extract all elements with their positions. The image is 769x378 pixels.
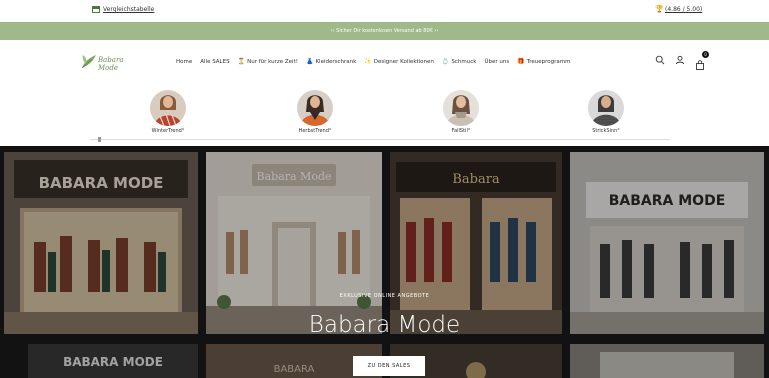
- hero-overlay: [0, 146, 769, 378]
- account-icon[interactable]: [675, 55, 685, 65]
- nav-designer-label: Designer Kollektionen: [373, 59, 434, 65]
- category-fallstil[interactable]: FallStil°: [431, 90, 491, 134]
- header-actions: 0: [655, 51, 709, 70]
- category-wintertrend[interactable]: WinterTrend°: [138, 90, 198, 134]
- rating-value: (4.86 / 5.00): [665, 6, 703, 13]
- main-header: Babara Mode Home Alle SALES ⏳ Nur für kur…: [0, 40, 769, 88]
- category-image: [297, 90, 333, 126]
- table-icon: [92, 6, 100, 13]
- brand-logo[interactable]: Babara Mode: [80, 50, 136, 74]
- hero-kicker: EXKLUSIVE ONLINE ANGEBOTE: [339, 293, 430, 299]
- dress-icon: 👗: [305, 58, 314, 65]
- ring-icon: 💍: [441, 58, 450, 65]
- search-icon[interactable]: [655, 55, 665, 65]
- leaf-icon: [81, 55, 96, 69]
- category-image: [588, 90, 624, 126]
- category-stricksinn[interactable]: StrickSinn°: [576, 90, 636, 134]
- nav-treueprogramm[interactable]: 🎁 Treueprogramm: [517, 58, 571, 66]
- category-label: StrickSinn°: [592, 128, 620, 134]
- nav-schmuck-label: Schmuck: [451, 59, 477, 65]
- brand-name: Babara Mode: [98, 56, 124, 72]
- hero-title: Babara Mode: [308, 312, 461, 338]
- cart-count-badge: 0: [702, 51, 709, 58]
- category-label: FallStil°: [451, 128, 471, 134]
- nav-home[interactable]: Home: [176, 59, 192, 65]
- shipping-banner: ›› Sicher Dir kostenlosen Versand ab 80€…: [0, 22, 769, 40]
- gift-icon: 🎁: [517, 58, 525, 65]
- category-scrollbar-thumb[interactable]: [98, 137, 101, 142]
- nav-kleiderschrank[interactable]: 👗 Kleiderschrank: [305, 58, 357, 66]
- nav-alle-sales[interactable]: Alle SALES: [200, 59, 229, 65]
- nav-ueber-uns[interactable]: Über uns: [484, 59, 509, 65]
- trophy-icon: 🏆: [655, 5, 664, 13]
- nav-treueprogramm-label: Treueprogramm: [526, 59, 571, 65]
- category-carousel: WinterTrend° HerbstTrend° FallStil° Stri…: [0, 88, 769, 146]
- rating-link[interactable]: 🏆 (4.86 / 5.00): [655, 5, 703, 14]
- compare-label: Vergleichstabelle: [103, 6, 155, 13]
- top-utility-bar: Vergleichstabelle 🏆 (4.86 / 5.00): [0, 0, 769, 22]
- nav-alle-sales-label: Alle SALES: [200, 59, 230, 65]
- category-scrollbar-track[interactable]: [90, 139, 670, 140]
- hero-section: BABARA MODE Babara Mode Babara BABARA MO…: [0, 146, 769, 378]
- cart-button[interactable]: 0: [695, 51, 709, 70]
- category-image: [443, 90, 479, 126]
- main-menu: Home Alle SALES ⏳ Nur für kurze Zeit! 👗 Kl…: [176, 58, 571, 66]
- nav-designer[interactable]: ✨ Designer Kollektionen: [364, 58, 434, 66]
- category-label: WinterTrend°: [151, 128, 185, 134]
- nav-schmuck[interactable]: 💍 Schmuck: [441, 58, 477, 66]
- compare-link[interactable]: Vergleichstabelle: [92, 6, 154, 13]
- sales-cta-button[interactable]: ZU DEN SALES: [353, 356, 425, 376]
- nav-ueber-uns-label: Über uns: [484, 59, 510, 65]
- sparkle-icon: ✨: [364, 58, 372, 65]
- nav-kurze-zeit-label: Nur für kurze Zeit!: [247, 59, 298, 65]
- category-image: [150, 90, 186, 126]
- category-label: HerbstTrend°: [298, 128, 332, 134]
- category-herbsttrend[interactable]: HerbstTrend°: [285, 90, 345, 134]
- bag-icon: [696, 60, 704, 70]
- nav-home-label: Home: [176, 59, 193, 65]
- hourglass-icon: ⏳: [237, 58, 246, 65]
- nav-kurze-zeit[interactable]: ⏳ Nur für kurze Zeit!: [237, 58, 298, 66]
- nav-kleiderschrank-label: Kleiderschrank: [315, 59, 357, 65]
